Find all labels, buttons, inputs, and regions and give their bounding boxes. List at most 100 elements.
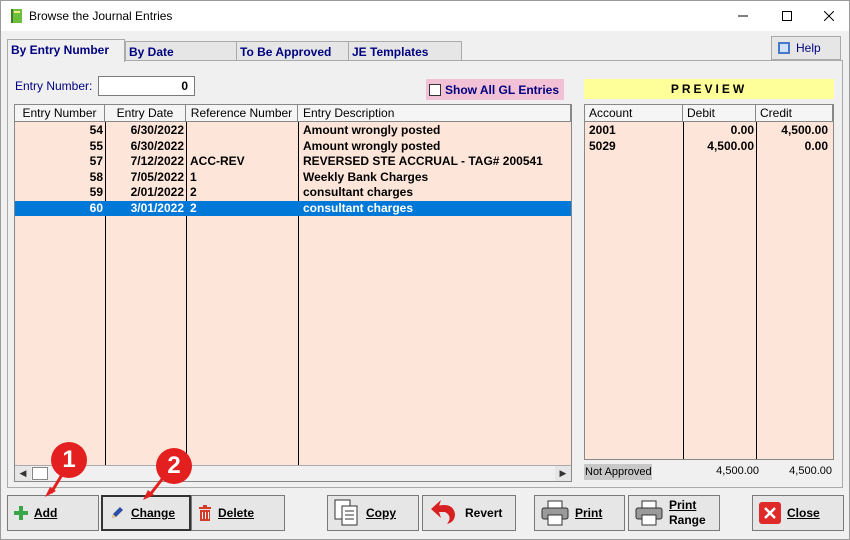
table-cell: 54	[89, 123, 103, 137]
plus-icon	[14, 506, 28, 520]
col-entry-number[interactable]: Entry Number	[15, 105, 105, 122]
print-label: Print	[575, 506, 603, 520]
table-cell: consultant charges	[303, 201, 414, 215]
preview-cell: 5029	[589, 138, 616, 153]
table-cell: 7/05/2022	[130, 169, 184, 184]
preview-cell: 0.00	[730, 123, 754, 137]
window-title: Browse the Journal Entries	[29, 9, 173, 23]
copy-button[interactable]: Copy	[327, 495, 419, 531]
journal-entries-window: Browse the Journal Entries By Entry Numb…	[0, 0, 850, 540]
annotation-arrow-2	[143, 477, 165, 500]
scroll-right-icon[interactable]: ▶	[555, 466, 571, 481]
help-book-icon	[778, 42, 790, 54]
table-row[interactable]: 55 6/30/2022 Amount wrongly posted	[15, 139, 571, 154]
printer-icon	[635, 500, 663, 526]
close-window-button[interactable]	[809, 1, 849, 31]
show-all-checkbox[interactable]	[429, 83, 441, 96]
close-x-icon	[759, 502, 781, 524]
close-button[interactable]: Close	[752, 495, 844, 531]
help-label: Help	[796, 41, 821, 55]
col-reference-number[interactable]: Reference Number	[186, 105, 298, 122]
tab-by-date[interactable]: By Date	[125, 41, 237, 61]
table-cell: 6/30/2022	[130, 138, 184, 153]
table-cell: Amount wrongly posted	[303, 138, 441, 153]
table-cell: 55	[89, 138, 103, 153]
table-cell: 6/30/2022	[130, 123, 184, 137]
table-cell: 57	[89, 154, 103, 169]
preview-cell: 4,500.00	[781, 123, 828, 137]
tab-je-templates[interactable]: JE Templates	[348, 41, 462, 61]
print-range-line2: Range	[669, 513, 706, 527]
col-entry-date[interactable]: Entry Date	[105, 105, 186, 122]
print-button[interactable]: Print	[534, 495, 625, 531]
pencil-icon	[112, 507, 123, 518]
col-entry-description[interactable]: Entry Description	[298, 105, 571, 122]
minimize-icon	[738, 15, 748, 17]
table-row[interactable]: 54 6/30/2022 Amount wrongly posted	[15, 123, 571, 138]
change-label: Change	[131, 506, 176, 520]
total-debit: 4,500.00	[716, 465, 759, 477]
copy-label: Copy	[366, 506, 396, 520]
scroll-left-icon[interactable]: ◀	[15, 466, 31, 481]
table-cell: 7/12/2022	[130, 154, 184, 169]
approval-status: Not Approved	[584, 464, 652, 480]
copy-document-icon	[334, 499, 358, 526]
close-icon	[824, 11, 834, 21]
show-all-gl-toggle[interactable]: Show All GL Entries	[426, 79, 564, 100]
table-row[interactable]: 59 2/01/2022 2 consultant charges	[15, 185, 571, 200]
preview-row: 5029 4,500.00 0.00	[585, 139, 833, 154]
entry-number-label: Entry Number:	[15, 79, 93, 93]
printer-icon	[541, 500, 569, 526]
table-cell: 2	[190, 185, 197, 200]
add-label: Add	[34, 506, 58, 520]
preview-grid: Account Debit Credit 2001 0.00 4,500.00 502…	[584, 104, 834, 460]
trash-icon	[199, 505, 211, 521]
print-range-button[interactable]: Print Range	[628, 495, 720, 531]
col-divider	[683, 122, 684, 459]
preview-cell: 2001	[589, 123, 616, 137]
table-cell	[190, 139, 295, 154]
table-row[interactable]: 57 7/12/2022 ACC-REV REVERSED STE ACCRUAL -…	[15, 154, 571, 169]
title-bar: Browse the Journal Entries	[1, 1, 849, 31]
preview-row: 2001 0.00 4,500.00	[585, 123, 833, 138]
table-cell: 58	[89, 169, 103, 184]
minimize-button[interactable]	[723, 1, 763, 31]
print-range-label: Print Range	[669, 498, 706, 528]
table-cell	[190, 123, 295, 138]
preview-col-account: Account	[585, 105, 683, 122]
delete-label: Delete	[218, 506, 255, 520]
preview-col-debit: Debit	[683, 105, 756, 122]
table-row[interactable]: 58 7/05/2022 1 Weekly Bank Charges	[15, 170, 571, 185]
add-button[interactable]: Add	[7, 495, 99, 531]
revert-label: Revert	[465, 506, 503, 520]
preview-col-credit: Credit	[756, 105, 833, 122]
revert-button[interactable]: Revert	[422, 495, 516, 531]
total-credit: 4,500.00	[789, 465, 832, 477]
maximize-icon	[782, 11, 792, 21]
help-button[interactable]: Help	[771, 36, 841, 60]
table-cell: 1	[190, 169, 197, 184]
col-divider	[756, 122, 757, 459]
entries-grid[interactable]: Entry Number Entry Date Reference Number…	[14, 104, 572, 482]
horizontal-scrollbar[interactable]: ◀ ▶	[15, 465, 571, 481]
table-row[interactable]: 60 3/01/2022 2 consultant charges	[15, 201, 571, 216]
table-cell: ACC-REV	[190, 154, 245, 169]
tab-by-entry-number[interactable]: By Entry Number	[7, 39, 125, 62]
print-range-line1: Print	[669, 498, 697, 512]
ledger-book-icon	[11, 9, 22, 23]
table-cell: 60	[89, 201, 103, 215]
entry-number-input[interactable]: 0	[98, 76, 195, 96]
maximize-button[interactable]	[767, 1, 807, 31]
table-cell: 2/01/2022	[130, 185, 184, 200]
preview-cell: 4,500.00	[707, 138, 754, 153]
delete-button[interactable]: Delete	[191, 495, 285, 531]
undo-arrow-icon	[431, 500, 455, 524]
preview-title: PREVIEW	[584, 79, 834, 99]
table-cell: 3/01/2022	[130, 201, 184, 215]
grid-header: Entry Number Entry Date Reference Number…	[15, 105, 571, 122]
tab-to-be-approved[interactable]: To Be Approved	[236, 41, 349, 61]
close-label: Close	[787, 506, 820, 520]
table-cell: Amount wrongly posted	[303, 123, 441, 137]
show-all-label: Show All GL Entries	[445, 82, 560, 97]
table-cell: consultant charges	[303, 185, 414, 200]
